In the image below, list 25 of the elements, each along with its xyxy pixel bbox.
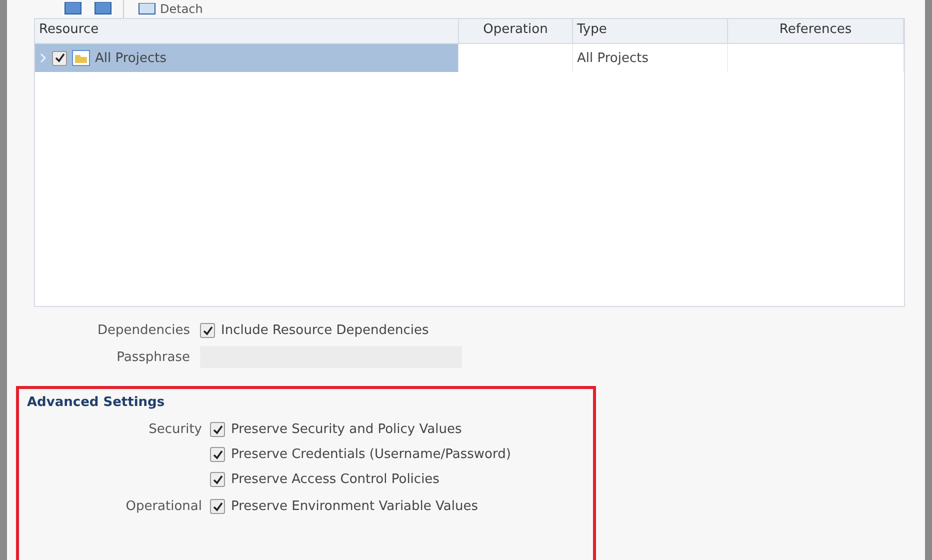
group-label: Security — [148, 422, 202, 439]
checkbox[interactable] — [210, 422, 225, 437]
group-label: Operational — [124, 499, 202, 514]
resource-name: All Projects — [95, 50, 166, 66]
field-label: Dependencies — [96, 323, 190, 338]
column-header[interactable]: Resource — [35, 19, 459, 43]
checkbox-label: Preserve Access Control Policies — [231, 472, 440, 487]
window-icon — [138, 3, 156, 15]
checkbox[interactable] — [200, 323, 215, 338]
checkbox-label: Include Resource Dependencies — [221, 323, 429, 338]
checkbox[interactable] — [210, 447, 225, 462]
folder-icon — [72, 50, 90, 66]
table-cell[interactable]: All Projects — [35, 44, 459, 72]
column-header[interactable]: Type — [573, 19, 728, 43]
checkbox-label: Preserve Security and Policy Values — [231, 422, 462, 437]
checkbox[interactable] — [52, 50, 67, 66]
checkbox[interactable] — [210, 472, 225, 487]
section-title: Advanced Settings — [27, 395, 166, 410]
column-header[interactable]: References — [728, 19, 904, 43]
field-label: Passphrase — [116, 350, 190, 364]
detach-button[interactable]: Detach — [132, 0, 209, 18]
column-header[interactable]: Operation — [459, 19, 573, 43]
checkbox-label: Preserve Environment Variable Values — [231, 499, 478, 514]
checkbox-label: Preserve Credentials (Username/Password) — [231, 447, 511, 462]
checkbox[interactable] — [210, 499, 225, 514]
